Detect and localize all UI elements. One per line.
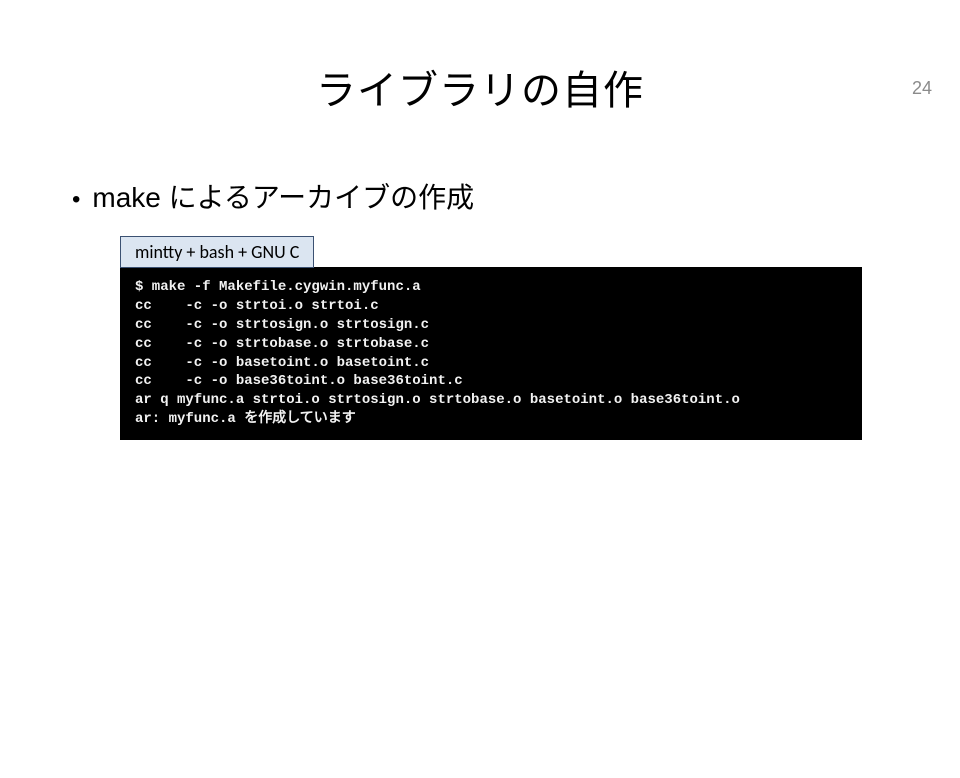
page-number: 24 (912, 78, 932, 99)
terminal-output: $ make -f Makefile.cygwin.myfunc.a cc -c… (120, 267, 862, 440)
slide-title: ライブラリの自作 (0, 58, 960, 116)
content-area: • make によるアーカイブの作成 mintty + bash + GNU C… (0, 176, 960, 440)
bullet-marker: • (72, 186, 80, 214)
bullet-item: • make によるアーカイブの作成 (72, 176, 888, 216)
bullet-text: make によるアーカイブの作成 (92, 176, 474, 216)
terminal-label: mintty + bash + GNU C (120, 236, 314, 268)
terminal-wrapper: mintty + bash + GNU C $ make -f Makefile… (120, 236, 862, 440)
